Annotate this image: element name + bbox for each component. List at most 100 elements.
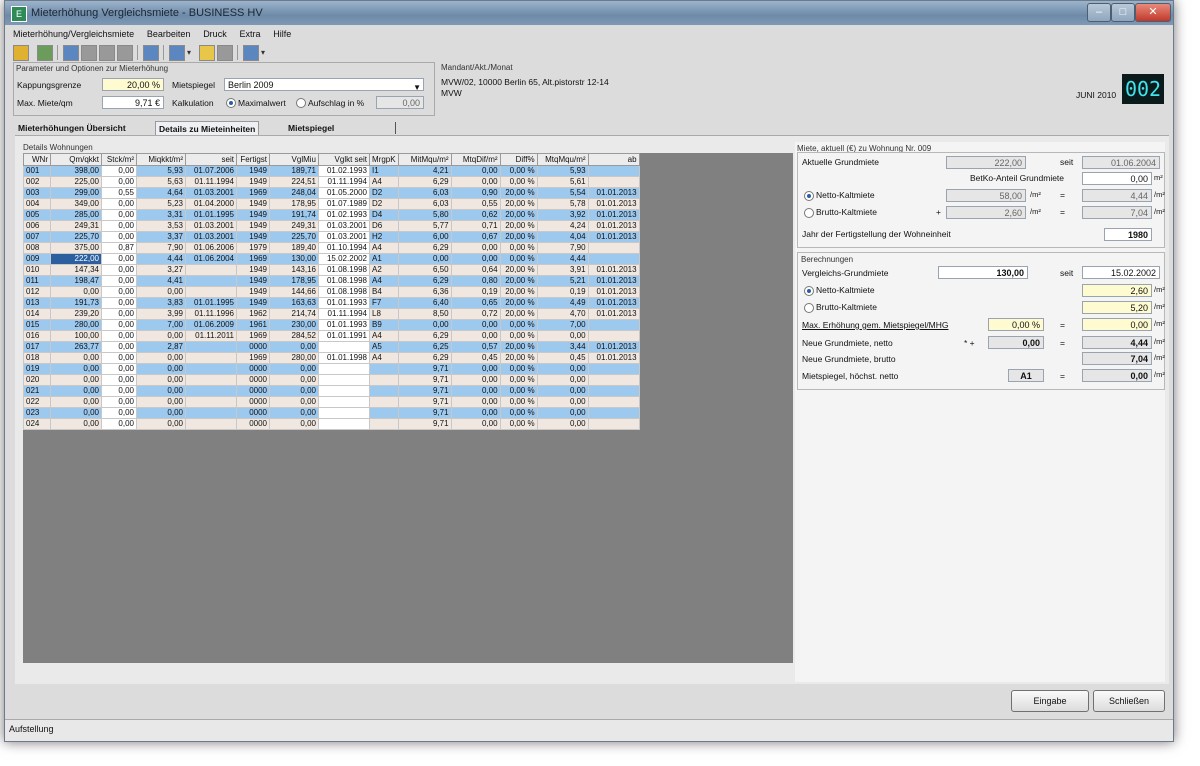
- table-row[interactable]: 017 263,77 0,00 2,87 0000 0,00 A5 6,25 0,57 20,00…: [23, 341, 640, 353]
- table-cell[interactable]: 20,00 %: [499, 220, 538, 232]
- table-row[interactable]: 011 198,47 0,00 4,41 1949 178,95 01.08.1998 A4 6…: [23, 275, 640, 287]
- table-cell[interactable]: 6,29: [397, 330, 452, 342]
- table-cell[interactable]: [318, 374, 370, 386]
- table-cell[interactable]: 284,52: [269, 330, 319, 342]
- table-cell[interactable]: 0,00: [269, 396, 319, 408]
- maximize-button[interactable]: □: [1111, 3, 1135, 22]
- table-cell[interactable]: 1969: [236, 330, 270, 342]
- table-cell[interactable]: [185, 374, 237, 386]
- table-cell[interactable]: 0,00 %: [499, 319, 538, 331]
- table-cell[interactable]: 01.01.2013: [587, 198, 640, 210]
- table-row[interactable]: 005 285,00 0,00 3,31 01.01.1995 1949 191,74 01.…: [23, 209, 640, 221]
- table-cell[interactable]: 01.03.2001: [185, 231, 237, 243]
- table-cell[interactable]: 01.11.1996: [185, 308, 237, 320]
- table-cell[interactable]: 3,37: [136, 231, 186, 243]
- table-cell[interactable]: 0,00: [136, 407, 186, 419]
- table-cell[interactable]: 1949: [236, 220, 270, 232]
- table-cell[interactable]: 1949: [236, 264, 270, 276]
- table-cell[interactable]: [587, 176, 640, 188]
- table-cell[interactable]: 349,00: [50, 198, 102, 210]
- table-cell[interactable]: [587, 385, 640, 397]
- table-cell[interactable]: 398,00: [50, 165, 102, 177]
- table-cell[interactable]: 0,00: [50, 286, 102, 298]
- table-cell[interactable]: 0000: [236, 418, 270, 430]
- table-cell[interactable]: 021: [23, 385, 51, 397]
- table-cell[interactable]: [318, 407, 370, 419]
- table-cell[interactable]: 20,00 %: [499, 352, 538, 364]
- table-row[interactable]: 003 299,00 0,55 4,64 01.03.2001 1969 248,04 01.…: [23, 187, 640, 199]
- table-cell[interactable]: 0,00 %: [499, 176, 538, 188]
- table-cell[interactable]: 0,00: [101, 374, 137, 386]
- table-cell[interactable]: 0000: [236, 396, 270, 408]
- table-row[interactable]: 010 147,34 0,00 3,27 1949 143,16 01.08.1998 A2 6…: [23, 264, 640, 276]
- vergleich-seit-field[interactable]: 15.02.2002: [1082, 266, 1160, 279]
- table-cell[interactable]: A4: [369, 352, 399, 364]
- table-cell[interactable]: 01.01.2013: [587, 209, 640, 221]
- table-cell[interactable]: 01.05.2000: [318, 187, 370, 199]
- table-cell[interactable]: 6,03: [397, 187, 452, 199]
- table-cell[interactable]: [369, 396, 399, 408]
- table-cell[interactable]: 0000: [236, 341, 270, 353]
- table-cell[interactable]: 0,57: [450, 341, 501, 353]
- table-cell[interactable]: 0,00: [450, 418, 501, 430]
- table-cell[interactable]: 01.01.1995: [185, 297, 237, 309]
- table-cell[interactable]: 280,00: [50, 319, 102, 331]
- table-cell[interactable]: [318, 341, 370, 353]
- table-cell[interactable]: [185, 363, 237, 375]
- eingabe-button[interactable]: Eingabe: [1011, 690, 1089, 712]
- print-icon[interactable]: [169, 45, 185, 61]
- table-cell[interactable]: 191,73: [50, 297, 102, 309]
- table-cell[interactable]: 0,00: [450, 242, 501, 254]
- table-cell[interactable]: 0,90: [450, 187, 501, 199]
- table-cell[interactable]: 249,31: [50, 220, 102, 232]
- table-cell[interactable]: 01.02.1993: [318, 165, 370, 177]
- table-cell[interactable]: 01.11.2011: [185, 330, 237, 342]
- col-mtqdif[interactable]: MtqDif/m²: [450, 153, 501, 166]
- table-cell[interactable]: 0,00: [536, 385, 589, 397]
- table-cell[interactable]: 280,00: [269, 352, 319, 364]
- table-cell[interactable]: 3,27: [136, 264, 186, 276]
- table-cell[interactable]: [369, 418, 399, 430]
- document-icon[interactable]: [63, 45, 79, 61]
- table-cell[interactable]: 0,00: [450, 374, 501, 386]
- mietspiegel-select[interactable]: Berlin 2009 ▼: [224, 78, 424, 92]
- print-preview-icon[interactable]: [143, 45, 159, 61]
- table-cell[interactable]: A1: [369, 253, 399, 265]
- table-cell[interactable]: 3,31: [136, 209, 186, 221]
- tab-details[interactable]: Details zu Mieteinheiten: [155, 121, 260, 136]
- table-row[interactable]: 020 0,00 0,00 0,00 0000 0,00 9,71 0,00 0,00 % 0,0…: [23, 374, 640, 386]
- table-cell[interactable]: 0,00: [50, 385, 102, 397]
- table-cell[interactable]: 007: [23, 231, 51, 243]
- table-cell[interactable]: 01.01.2013: [587, 220, 640, 232]
- table-cell[interactable]: A2: [369, 264, 399, 276]
- table-cell[interactable]: 147,34: [50, 264, 102, 276]
- table-cell[interactable]: 01.10.1994: [318, 242, 370, 254]
- minimize-button[interactable]: –: [1087, 3, 1111, 22]
- schliessen-button[interactable]: Schließen: [1093, 690, 1165, 712]
- aufschlag-field[interactable]: 0,00: [376, 96, 424, 109]
- table-cell[interactable]: 189,40: [269, 242, 319, 254]
- table-cell[interactable]: 299,00: [50, 187, 102, 199]
- table-cell[interactable]: L8: [369, 308, 399, 320]
- table-cell[interactable]: 144,66: [269, 286, 319, 298]
- table-cell[interactable]: 1969: [236, 253, 270, 265]
- aufschlag-radio[interactable]: [296, 98, 306, 108]
- menu-extra[interactable]: Extra: [239, 27, 260, 41]
- table-cell[interactable]: 004: [23, 198, 51, 210]
- table-cell[interactable]: 0,00: [101, 407, 137, 419]
- table-cell[interactable]: 0,00: [450, 330, 501, 342]
- table-cell[interactable]: 0,00: [269, 418, 319, 430]
- table-cell[interactable]: 0,00: [101, 418, 137, 430]
- table-cell[interactable]: 01.01.1998: [318, 352, 370, 364]
- table-cell[interactable]: 0,00: [136, 374, 186, 386]
- table-cell[interactable]: 020: [23, 374, 51, 386]
- col-mrgpk[interactable]: MrgpK: [369, 153, 399, 166]
- table-cell[interactable]: 01.03.2001: [185, 187, 237, 199]
- table-cell[interactable]: 0,45: [536, 352, 589, 364]
- table-cell[interactable]: 0,67: [450, 231, 501, 243]
- table-cell[interactable]: 01.01.2013: [587, 231, 640, 243]
- table-cell[interactable]: 6,00: [397, 231, 452, 243]
- table-cell[interactable]: 0,00: [536, 374, 589, 386]
- table-cell[interactable]: [369, 374, 399, 386]
- table-cell[interactable]: [185, 286, 237, 298]
